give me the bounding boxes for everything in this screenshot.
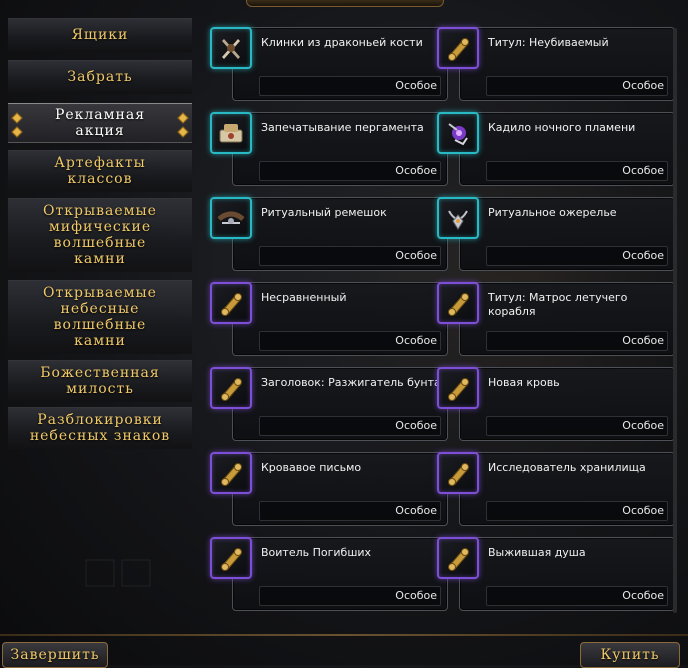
sidebar-item-label: Открываемые мифические волшебные камни [43,203,157,267]
item-card[interactable]: Воитель Погибших Особое [232,537,448,611]
sidebar-item-divine-favor[interactable]: Божественная милость [8,360,192,402]
sidebar-item-celestial-enchantments[interactable]: Открываемые небесные волшебные камни [8,280,192,354]
scroll-icon[interactable] [210,282,252,324]
corner-gem-icon [177,126,189,138]
item-name: Ритуальный ремешок [261,206,387,219]
sidebar-item-promotion[interactable]: Рекламная акция [8,103,192,143]
sidebar-item-label: Ящики [71,27,129,43]
sidebar-item-mythic-enchantments[interactable]: Открываемые мифические волшебные камни [8,198,192,272]
item-type: Особое [622,334,664,347]
item-name: Воитель Погибших [261,546,372,559]
scrollbar[interactable] [673,28,677,613]
item-card[interactable]: Клинки из драконьей кости Особое [232,27,448,101]
item-type: Особое [395,334,437,347]
item-card[interactable]: Ритуальное ожерелье Особое [459,197,675,271]
item-name: Кровавое письмо [261,461,362,474]
item-name: Кадило ночного пламени [488,121,636,134]
item-card[interactable]: Заголовок: Разжигатель бунта Особое [232,367,448,441]
sidebar-item-label: Забрать [67,69,133,85]
corner-gem-icon [11,112,23,124]
item-card[interactable]: Кровавое письмо Особое [232,452,448,526]
scroll-icon[interactable] [437,367,479,409]
item-type: Особое [395,79,437,92]
sidebar-item-celestial-unlocks[interactable]: Разблокировки небесных знаков [8,407,192,449]
dragonbone-blades-icon[interactable] [210,27,252,69]
item-card[interactable]: Запечатывание пергамента Особое [232,112,448,186]
corner-gem-icon [177,112,189,124]
scroll-icon[interactable] [210,367,252,409]
item-card[interactable]: Новая кровь Особое [459,367,675,441]
item-card[interactable]: Исследователь хранилища Особое [459,452,675,526]
top-frame [246,0,444,7]
item-type: Особое [622,164,664,177]
scroll-icon[interactable] [437,452,479,494]
corner-gem-icon [11,126,23,138]
item-name: Титул: Неубиваемый [488,36,609,49]
item-type: Особое [622,589,664,602]
sidebar-item-label: Рекламная акция [54,107,146,139]
sidebar-item-label: Разблокировки небесных знаков [29,412,171,444]
scroll-icon[interactable] [437,282,479,324]
bottom-frame [0,634,688,636]
item-name: Исследователь хранилища [488,461,646,474]
buy-button[interactable]: Купить [580,642,680,668]
item-type: Особое [395,164,437,177]
item-type: Особое [622,79,664,92]
ritual-necklace-icon[interactable] [437,197,479,239]
item-name: Выжившая душа [488,546,586,559]
scroll-icon[interactable] [437,27,479,69]
sidebar-item-crates[interactable]: Ящики [8,18,192,52]
sidebar-item-class-artifacts[interactable]: Артефакты классов [8,150,192,192]
scroll-icon[interactable] [210,452,252,494]
item-name: Запечатывание пергамента [261,121,424,134]
item-type: Особое [622,249,664,262]
item-name: Титул: Матрос летучего корабля [488,291,628,318]
parchment-seal-icon[interactable] [210,112,252,154]
scroll-icon[interactable] [210,537,252,579]
item-card[interactable]: Кадило ночного пламени Особое [459,112,675,186]
finish-button[interactable]: Завершить [2,642,108,668]
item-type: Особое [395,504,437,517]
item-type: Особое [395,249,437,262]
item-card[interactable]: Ритуальный ремешок Особое [232,197,448,271]
scroll-icon[interactable] [437,537,479,579]
item-card[interactable]: Выжившая душа Особое [459,537,675,611]
item-name: Ритуальное ожерелье [488,206,617,219]
item-type: Особое [622,419,664,432]
sidebar-item-claim[interactable]: Забрать [8,60,192,94]
sidebar-item-label: Божественная милость [40,365,160,397]
sidebar-item-label: Артефакты классов [54,155,146,187]
item-type: Особое [395,419,437,432]
sidebar-item-label: Открываемые небесные волшебные камни [43,285,157,349]
item-card[interactable]: Несравненный Особое [232,282,448,356]
item-name: Новая кровь [488,376,560,389]
item-type: Особое [395,589,437,602]
ritual-strap-icon[interactable] [210,197,252,239]
item-name: Заголовок: Разжигатель бунта [261,376,441,389]
censer-icon[interactable] [437,112,479,154]
category-sidebar: Ящики Забрать Рекламная акция Артефакты … [0,0,200,640]
item-name: Несравненный [261,291,347,304]
item-name: Клинки из драконьей кости [261,36,423,49]
item-type: Особое [622,504,664,517]
item-card[interactable]: Титул: Матрос летучего корабля Особое [459,282,675,356]
item-card[interactable]: Титул: Неубиваемый Особое [459,27,675,101]
